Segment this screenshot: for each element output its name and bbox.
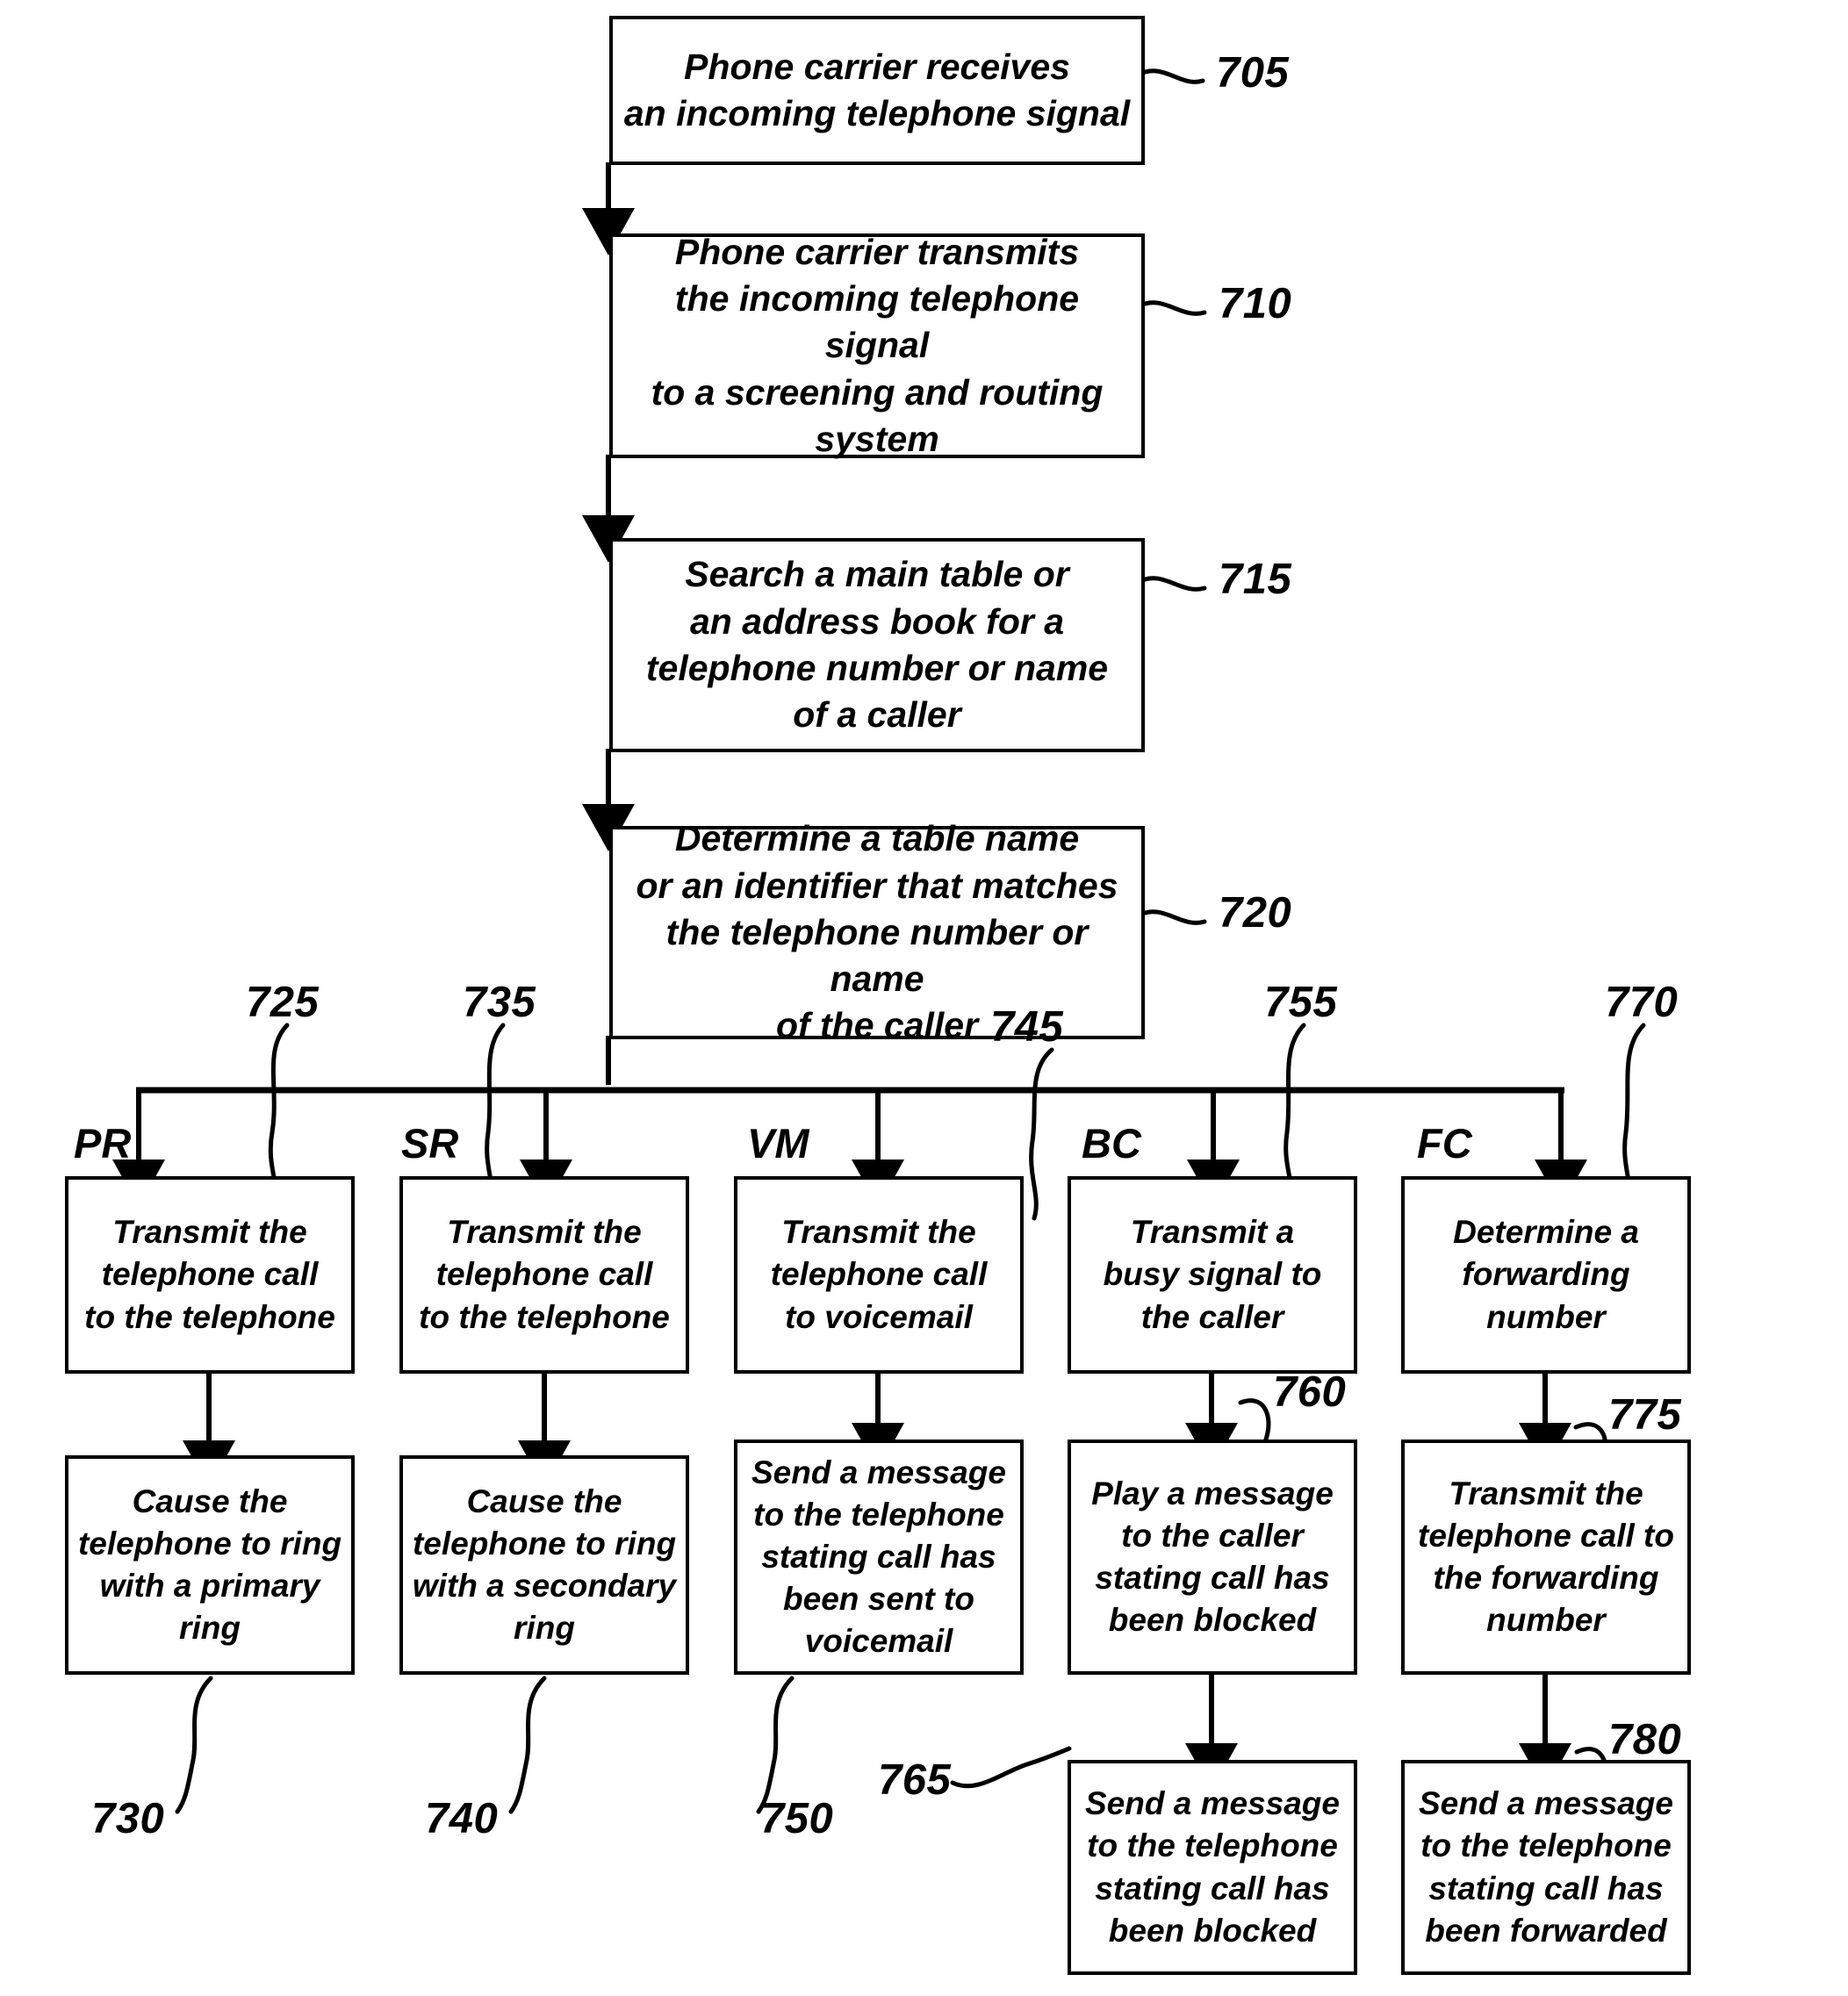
leader-710 (1136, 300, 1207, 316)
refnum-775-text: 775 (1608, 1391, 1682, 1439)
step-box-730-text: Cause the telephone to ring with a prima… (77, 1483, 342, 1647)
step-box-725: Transmit the telephone call to the telep… (65, 1176, 355, 1374)
step-box-775-text: Transmit the telephone call to the forwa… (1418, 1475, 1674, 1639)
step-box-740: Cause the telephone to ring with a secon… (399, 1455, 689, 1675)
step-box-760-text: Play a message to the caller stating cal… (1091, 1475, 1334, 1639)
route-label-BC: BC (1082, 1119, 1141, 1167)
step-box-765-text: Send a message to the telephone stating … (1085, 1785, 1340, 1949)
refnum-735: 735 (463, 978, 536, 1027)
refnum-750-text: 750 (760, 1795, 834, 1842)
refnum-775: 775 (1608, 1390, 1681, 1440)
route-label-SR-text: SR (401, 1120, 459, 1167)
leader-750 (756, 1676, 795, 1814)
step-box-735-text: Transmit the telephone call to the telep… (419, 1214, 670, 1335)
route-label-FC-text: FC (1417, 1120, 1472, 1167)
step-box-760: Play a message to the caller stating cal… (1068, 1440, 1357, 1675)
leader-715 (1136, 576, 1207, 592)
refnum-715: 715 (1219, 555, 1291, 604)
step-box-705: Phone carrier receives an incoming telep… (609, 16, 1145, 165)
step-box-735: Transmit the telephone call to the telep… (399, 1176, 689, 1374)
patent-figure: Phone carrier receives an incoming telep… (0, 0, 1848, 1996)
refnum-705-text: 705 (1216, 49, 1290, 97)
refnum-765: 765 (878, 1755, 951, 1805)
step-box-750-text: Send a message to the telephone stating … (751, 1454, 1006, 1660)
refnum-780: 780 (1608, 1715, 1681, 1764)
refnum-705: 705 (1216, 48, 1289, 97)
refnum-710: 710 (1219, 279, 1291, 328)
step-box-710: Phone carrier transmits the incoming tel… (609, 232, 1145, 459)
step-box-780-text: Send a message to the telephone stating … (1419, 1785, 1673, 1949)
refnum-760: 760 (1273, 1368, 1346, 1417)
step-box-715: Search a main table or an address book f… (609, 538, 1145, 752)
refnum-745-text: 745 (990, 1003, 1064, 1051)
step-box-770: Determine a forwarding number (1401, 1176, 1691, 1374)
route-label-PR-text: PR (74, 1120, 132, 1167)
refnum-720: 720 (1219, 888, 1291, 937)
step-box-755: Transmit a busy signal to the caller (1068, 1176, 1357, 1374)
refnum-745: 745 (990, 1002, 1063, 1052)
refnum-755: 755 (1264, 978, 1337, 1027)
route-label-VM-text: VM (747, 1120, 809, 1167)
step-box-725-text: Transmit the telephone call to the telep… (84, 1214, 335, 1335)
step-box-750: Send a message to the telephone stating … (734, 1440, 1024, 1675)
refnum-770-text: 770 (1605, 979, 1679, 1026)
leader-765 (950, 1746, 1072, 1789)
refnum-725-text: 725 (246, 979, 320, 1026)
route-label-FC: FC (1417, 1119, 1472, 1167)
step-box-780: Send a message to the telephone stating … (1401, 1760, 1691, 1975)
refnum-715-text: 715 (1219, 556, 1292, 603)
step-box-745: Transmit the telephone call to voicemail (734, 1176, 1024, 1374)
refnum-770: 770 (1605, 978, 1678, 1027)
step-box-715-text: Search a main table or an address book f… (645, 554, 1109, 736)
leader-730 (175, 1676, 213, 1814)
step-box-730: Cause the telephone to ring with a prima… (65, 1455, 355, 1675)
refnum-735-text: 735 (463, 979, 536, 1026)
refnum-765-text: 765 (878, 1756, 952, 1804)
step-box-720: Determine a table name or an identifier … (609, 818, 1145, 1045)
step-box-770-text: Determine a forwarding number (1453, 1214, 1639, 1335)
refnum-760-text: 760 (1273, 1368, 1347, 1416)
refnum-720-text: 720 (1219, 889, 1292, 937)
refnum-750: 750 (760, 1794, 833, 1843)
route-label-VM: VM (747, 1119, 809, 1167)
refnum-755-text: 755 (1264, 979, 1338, 1026)
refnum-710-text: 710 (1219, 280, 1292, 327)
refnum-725: 725 (246, 978, 319, 1027)
leader-720 (1136, 909, 1207, 925)
refnum-730: 730 (91, 1794, 164, 1843)
leader-740 (508, 1676, 547, 1814)
leader-745 (1029, 1047, 1054, 1221)
step-box-710-text: Phone carrier transmits the incoming tel… (651, 231, 1104, 459)
step-box-705-text: Phone carrier receives an incoming telep… (623, 46, 1131, 133)
step-box-755-text: Transmit a busy signal to the caller (1103, 1214, 1322, 1335)
step-box-740-text: Cause the telephone to ring with a secon… (412, 1483, 677, 1647)
refnum-740-text: 740 (425, 1795, 499, 1842)
refnum-780-text: 780 (1608, 1716, 1682, 1763)
refnum-740: 740 (425, 1794, 498, 1843)
leader-705 (1136, 68, 1205, 84)
route-label-BC-text: BC (1082, 1120, 1141, 1167)
refnum-730-text: 730 (91, 1795, 165, 1842)
step-box-775: Transmit the telephone call to the forwa… (1401, 1440, 1691, 1675)
route-label-PR: PR (74, 1119, 131, 1167)
route-label-SR: SR (401, 1119, 458, 1167)
step-box-745-text: Transmit the telephone call to voicemail (770, 1214, 988, 1335)
step-box-765: Send a message to the telephone stating … (1068, 1760, 1357, 1975)
